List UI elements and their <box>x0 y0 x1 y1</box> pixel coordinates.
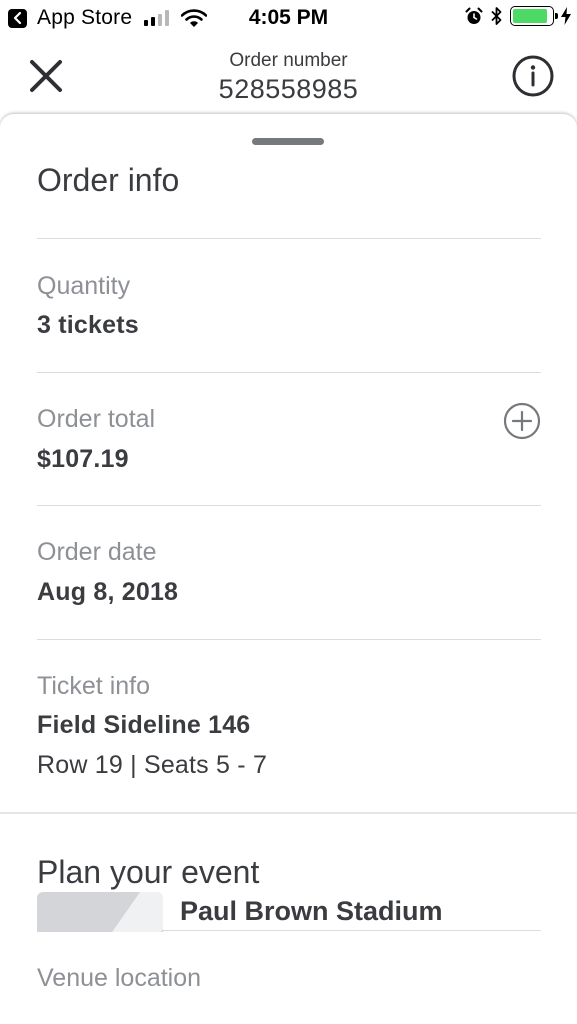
ticket-section-value: Field Sideline 146 <box>37 711 251 739</box>
venue-map-thumbnail[interactable] <box>37 892 163 932</box>
venue-name[interactable]: Paul Brown Stadium <box>180 896 443 927</box>
divider <box>37 372 541 373</box>
venue-location-label: Venue location <box>37 964 202 992</box>
order-date-label: Order date <box>37 538 157 566</box>
alarm-icon <box>465 7 483 24</box>
order-date-value: Aug 8, 2018 <box>37 578 179 606</box>
back-to-app[interactable]: App Store <box>8 6 208 30</box>
order-details-sheet[interactable]: Order info Quantity 3 tickets Order tota… <box>0 114 577 1024</box>
status-bar: App Store 4:05 PM <box>0 0 577 38</box>
divider <box>37 505 541 506</box>
info-icon <box>512 55 554 97</box>
back-app-label: App Store <box>37 6 133 29</box>
expand-order-total-button[interactable] <box>503 402 541 440</box>
sheet-grabber-handle[interactable] <box>252 138 324 145</box>
order-number-label: Order number <box>229 50 348 71</box>
back-chevron-icon <box>8 8 27 28</box>
divider <box>37 238 541 239</box>
section-divider <box>0 812 577 814</box>
bluetooth-icon <box>491 7 502 25</box>
info-button[interactable] <box>511 54 555 98</box>
plus-circle-icon <box>503 402 541 440</box>
plan-event-title: Plan your event <box>37 854 260 890</box>
order-number-value: 528558985 <box>218 74 359 104</box>
wifi-icon <box>181 8 208 27</box>
order-info-title: Order info <box>37 162 180 198</box>
order-total-value: $107.19 <box>37 445 129 473</box>
cellular-signal-icon <box>144 10 170 26</box>
charging-bolt-icon <box>561 7 571 25</box>
divider <box>37 639 541 640</box>
quantity-label: Quantity <box>37 272 131 300</box>
order-total-label: Order total <box>37 405 156 433</box>
ticket-seats-value: Row 19 | Seats 5 - 7 <box>37 751 268 779</box>
order-header: Order number 528558985 <box>0 38 577 116</box>
quantity-value: 3 tickets <box>37 311 139 339</box>
ticket-info-label: Ticket info <box>37 672 151 700</box>
battery-icon <box>510 6 558 26</box>
